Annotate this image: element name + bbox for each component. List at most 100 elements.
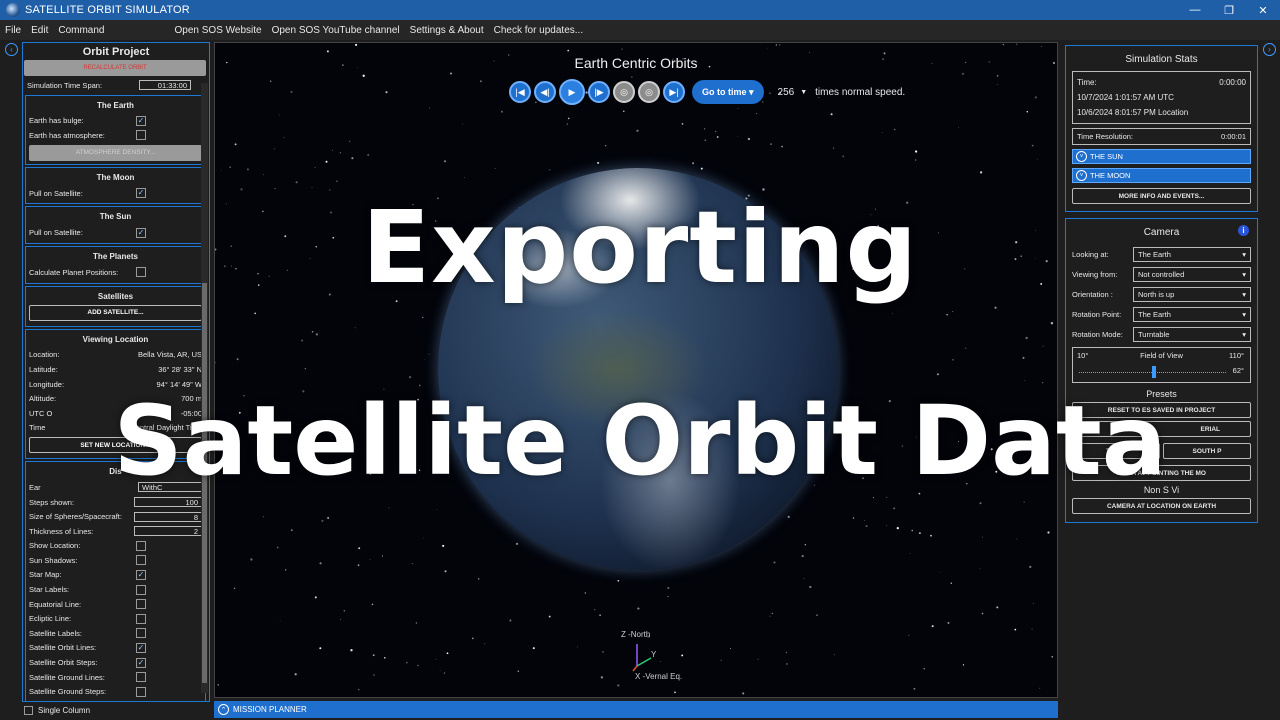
- display-toggle-row: Sun Shadows:: [29, 553, 202, 568]
- time-box: Time: 0:00:00 10/7/2024 1:01:57 AM UTC 10…: [1072, 71, 1251, 124]
- display-toggle-row: Star Map: ✓: [29, 568, 202, 583]
- speed-dropdown-icon[interactable]: ▼: [800, 89, 807, 96]
- line-thickness-label: Thickness of Lines:: [29, 526, 94, 536]
- earth-atmosphere-label: Earth has atmosphere:: [29, 130, 105, 140]
- display-toggle-checkbox[interactable]: [136, 701, 146, 702]
- go-to-time-button[interactable]: Go to time ▾: [692, 80, 764, 104]
- orbit-view-button[interactable]: ◎: [613, 81, 635, 103]
- time-resolution-row: Time Resolution: 0:00:01: [1077, 130, 1246, 143]
- display-toggle-row: Ecliptic Line:: [29, 611, 202, 626]
- longitude-label: Longitude:: [29, 379, 65, 389]
- the-sun-expander[interactable]: ˅ THE SUN: [1072, 149, 1251, 164]
- menu-file[interactable]: File: [0, 25, 26, 36]
- time-row: Time: 0:00:00: [1077, 75, 1246, 90]
- sim-time-input[interactable]: 01:33:00: [139, 80, 191, 91]
- earth-bulge-label: Earth has bulge:: [29, 116, 84, 126]
- earth-atmosphere-row: Earth has atmosphere:: [29, 128, 202, 143]
- sphere-size-input[interactable]: 8: [134, 511, 202, 522]
- close-button[interactable]: ✕: [1246, 0, 1280, 20]
- window-title: SATELLITE ORBIT SIMULATOR: [25, 4, 190, 16]
- utc-time: 10/7/2024 1:01:57 AM UTC: [1077, 93, 1174, 102]
- menu-edit[interactable]: Edit: [26, 25, 53, 36]
- menu-command[interactable]: Command: [53, 25, 109, 36]
- display-toggle-row: Satellite Sky Lines:: [29, 699, 202, 702]
- recalculate-orbit-button[interactable]: RECALCULATE ORBIT: [24, 60, 206, 76]
- display-toggle-row: Satellite Labels:: [29, 626, 202, 641]
- display-toggle-label: Show Location:: [29, 541, 81, 551]
- earth-atmosphere-checkbox[interactable]: [136, 130, 146, 141]
- moon-pull-checkbox[interactable]: ✓: [136, 188, 146, 199]
- latitude-value: 36° 28' 33" N: [158, 364, 202, 374]
- display-toggle-checkbox[interactable]: [136, 613, 146, 624]
- local-time: 10/6/2024 8:01:57 PM Location: [1077, 108, 1189, 117]
- fov-label: Field of View: [1140, 351, 1183, 360]
- display-toggle-checkbox[interactable]: [136, 584, 146, 595]
- earth-bulge-checkbox[interactable]: ✓: [136, 115, 146, 126]
- right-panel: Simulation Stats Time: 0:00:00 10/7/2024 …: [1065, 45, 1258, 700]
- display-toggle-checkbox[interactable]: [136, 672, 146, 683]
- display-toggle-label: Ecliptic Line:: [29, 614, 72, 624]
- display-toggle-row: Star Labels:: [29, 582, 202, 597]
- app-logo-icon: [6, 3, 20, 17]
- resolution-label: Time Resolution:: [1077, 132, 1133, 141]
- mission-planner-bar[interactable]: ⌃ MISSION PLANNER: [214, 701, 1058, 718]
- display-toggle-checkbox[interactable]: [136, 540, 146, 551]
- moon-pull-label: Pull on Satellite:: [29, 188, 83, 198]
- minimize-button[interactable]: —: [1178, 0, 1212, 20]
- steps-shown-label: Steps shown:: [29, 497, 75, 507]
- display-toggle-checkbox[interactable]: ✓: [136, 569, 146, 580]
- skip-to-end-button[interactable]: ▶|: [663, 81, 685, 103]
- atmosphere-density-button[interactable]: ATMOSPHERE DENSITY...: [29, 144, 202, 161]
- display-toggle-checkbox[interactable]: [136, 599, 146, 610]
- fov-slider-thumb[interactable]: [1151, 366, 1156, 378]
- field-of-view-box: 10° Field of View 110° 62°: [1072, 347, 1251, 383]
- viewing-location-title: Viewing Location: [82, 334, 149, 344]
- playback-controls: |◀ ◀| ▶ |▶ ◎ ◎ ▶| Go to time ▾ 256 ▼ tim…: [509, 79, 905, 105]
- orbit-alt-icon: ◎: [645, 86, 653, 97]
- display-toggle-label: Satellite Ground Lines:: [29, 672, 105, 682]
- collapse-right-panel-button[interactable]: ›: [1263, 43, 1276, 56]
- line-thickness-input[interactable]: 2: [134, 526, 202, 537]
- rotation-point-select[interactable]: The Earth ▾: [1133, 306, 1251, 322]
- orbit-view-alt-button[interactable]: ◎: [638, 81, 660, 103]
- display-toggle-checkbox[interactable]: ✓: [136, 642, 146, 653]
- fov-value: 62°: [1232, 366, 1244, 375]
- display-toggle-label: Sun Shadows:: [29, 555, 78, 565]
- skip-forward-icon: ▶|: [669, 86, 679, 97]
- step-forward-button[interactable]: |▶: [588, 81, 610, 103]
- play-button[interactable]: ▶: [559, 79, 585, 105]
- collapse-left-panel-button[interactable]: ‹: [5, 43, 18, 56]
- display-toggle-label: Equatorial Line:: [29, 599, 82, 609]
- display-toggle-checkbox[interactable]: [136, 686, 146, 697]
- display-toggle-checkbox[interactable]: [136, 628, 146, 639]
- line-thickness-row: Thickness of Lines: 2: [29, 524, 202, 539]
- display-toggle-row: Satellite Ground Lines:: [29, 670, 202, 685]
- rotation-point-label: Rotation Point:: [1072, 309, 1122, 319]
- camera-at-location-button[interactable]: CAMERA AT LOCATION ON EARTH: [1072, 498, 1251, 514]
- single-column-checkbox[interactable]: [24, 705, 33, 715]
- speed-value[interactable]: 256: [778, 87, 795, 98]
- skip-back-icon: |◀: [515, 86, 525, 97]
- overlay-title-line-1: Exporting: [361, 189, 919, 306]
- menu-check-updates[interactable]: Check for updates...: [489, 25, 589, 36]
- add-satellite-button[interactable]: ADD SATELLITE...: [29, 304, 202, 321]
- 3d-viewport[interactable]: Earth Centric Orbits |◀ ◀| ▶ |▶ ◎ ◎ ▶| G…: [214, 42, 1058, 698]
- rotation-point-value: The Earth: [1138, 309, 1171, 319]
- time-resolution-box: Time Resolution: 0:00:01: [1072, 128, 1251, 145]
- steps-shown-input[interactable]: 100: [134, 497, 202, 508]
- axis-gizmo: Z -North Y X -Vernal Eq.: [615, 628, 695, 683]
- restore-button[interactable]: ❐: [1212, 0, 1246, 20]
- display-toggle-checkbox[interactable]: ✓: [136, 657, 146, 668]
- menu-open-website[interactable]: Open SOS Website: [170, 25, 267, 36]
- the-moon-expander[interactable]: ˅ THE MOON: [1072, 168, 1251, 183]
- location-label: Location:: [29, 350, 60, 360]
- axis-y-label: Y: [651, 650, 657, 659]
- skip-to-start-button[interactable]: |◀: [509, 81, 531, 103]
- display-toggle-checkbox[interactable]: [136, 555, 146, 566]
- earth-section: The Earth Earth has bulge: ✓ Earth has at…: [25, 94, 206, 165]
- step-back-button[interactable]: ◀|: [534, 81, 556, 103]
- sim-time-label: Simulation Time Span:: [27, 80, 103, 90]
- menu-settings[interactable]: Settings & About: [405, 25, 489, 36]
- rotation-mode-select[interactable]: Turntable ▾: [1133, 326, 1251, 342]
- menu-open-youtube[interactable]: Open SOS YouTube channel: [267, 25, 405, 36]
